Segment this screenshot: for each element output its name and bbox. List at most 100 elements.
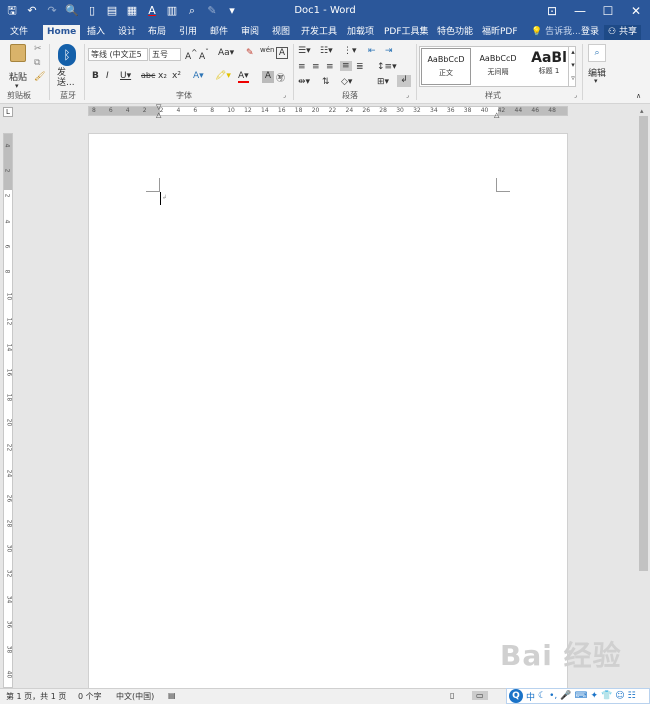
font-size-dropdown[interactable]: 五号 <box>149 48 181 61</box>
style-normal[interactable]: AaBbCcD 正文 <box>421 48 471 85</box>
tab-developer[interactable]: 开发工具 <box>297 25 341 40</box>
bullets-icon[interactable]: ☰▾ <box>298 46 311 56</box>
multilevel-list-icon[interactable]: ⋮▾ <box>343 46 357 56</box>
print-preview-icon[interactable]: 🔍 <box>64 3 80 19</box>
numbering-icon[interactable]: ☷▾ <box>320 46 333 56</box>
shrink-font-icon[interactable]: Aˇ <box>199 48 209 62</box>
scroll-thumb[interactable] <box>639 116 648 571</box>
word-count[interactable]: 0 个字 <box>78 691 102 702</box>
decrease-indent-icon[interactable]: ⇤ <box>368 46 376 56</box>
tab-pdf-tools[interactable]: PDF工具集 <box>380 25 433 40</box>
change-case-icon[interactable]: Aa▾ <box>218 48 234 58</box>
tab-view[interactable]: 视图 <box>268 25 294 40</box>
first-line-indent-handle[interactable]: ▽ <box>156 103 161 111</box>
vertical-ruler[interactable]: 4 2 2 4 6 8 10 12 14 16 18 20 22 24 26 28 30 32 34 36 38 40 <box>3 133 13 688</box>
phonetic-guide-icon[interactable]: wén <box>260 46 274 54</box>
tab-foxit-pdf[interactable]: 福昕PDF <box>478 25 522 40</box>
login-link[interactable]: 登录 <box>577 25 603 40</box>
document-page[interactable]: ↲ <box>88 133 568 693</box>
tab-layout[interactable]: 布局 <box>144 25 170 40</box>
cut-icon[interactable]: ✂ <box>34 44 42 54</box>
ime-tools-icon[interactable]: ✦ <box>590 691 598 701</box>
shading-icon[interactable]: ◇▾ <box>341 77 352 87</box>
scroll-up-icon[interactable]: ▴ <box>640 107 644 115</box>
right-indent-handle[interactable]: △ <box>494 111 499 119</box>
ime-skin-icon[interactable]: 👕 <box>601 691 612 701</box>
paste-button[interactable] <box>8 44 28 70</box>
vertical-scrollbar[interactable]: ▴ <box>637 106 650 688</box>
columns-icon[interactable]: ▥ <box>164 3 180 19</box>
font-name-dropdown[interactable]: 等线 (中文正5 <box>88 48 148 61</box>
find-replace-icon[interactable]: ⌕ <box>588 44 606 62</box>
borders-icon[interactable]: ⊞▾ <box>377 77 389 87</box>
ime-keyboard-icon[interactable]: ⌨ <box>574 691 587 701</box>
chinese-layout-icon[interactable]: ⇹▾ <box>298 77 310 87</box>
text-effects-icon[interactable]: A▾ <box>193 71 204 81</box>
layout-icon[interactable]: ▦ <box>124 3 140 19</box>
show-marks-icon[interactable]: ↲ <box>397 75 411 87</box>
line-spacing-icon[interactable]: ↕≡▾ <box>377 62 397 72</box>
style-no-spacing[interactable]: AaBbCcD 无间隔 <box>473 48 523 85</box>
hanging-indent-handle[interactable]: △ <box>156 111 161 119</box>
share-button[interactable]: ⚇ 共享 <box>604 25 641 40</box>
redo-icon[interactable]: ↷ <box>44 3 60 19</box>
tab-file[interactable]: 文件 <box>6 25 32 40</box>
ime-moon-icon[interactable]: ☾ <box>538 691 546 701</box>
increase-indent-icon[interactable]: ⇥ <box>385 46 393 56</box>
align-center-icon[interactable]: ≡ <box>312 62 320 72</box>
bluetooth-icon[interactable]: ᛒ <box>58 44 76 66</box>
font-color-button[interactable]: A▾ <box>238 71 249 83</box>
tab-selector[interactable]: L <box>3 107 13 117</box>
ime-menu-icon[interactable]: ☷ <box>628 691 636 701</box>
align-right-icon[interactable]: ≡ <box>326 62 334 72</box>
ime-punct-icon[interactable]: •, <box>549 691 557 701</box>
ime-mic-icon[interactable]: 🎤 <box>560 691 571 701</box>
page-count[interactable]: 第 1 页，共 1 页 <box>6 691 66 702</box>
style-heading-1[interactable]: AaBl 标题 1 <box>524 48 574 85</box>
styles-scroll[interactable]: ▴ ▾ ▿ <box>568 46 577 87</box>
justify-icon[interactable]: ≡ <box>340 61 352 71</box>
paste-dropdown-icon[interactable]: ▾ <box>15 82 19 90</box>
language[interactable]: 中文(中国) <box>116 691 154 702</box>
tab-special[interactable]: 特色功能 <box>433 25 477 40</box>
tab-review[interactable]: 审阅 <box>237 25 263 40</box>
format-painter-icon[interactable]: 🖌 <box>34 72 45 82</box>
sort-icon[interactable]: ⇅ <box>322 77 330 87</box>
clear-format-icon[interactable]: ✎ <box>246 48 254 58</box>
tab-design[interactable]: 设计 <box>114 25 140 40</box>
print-layout-icon[interactable]: ▭ <box>472 691 488 700</box>
superscript-icon[interactable]: x² <box>172 71 181 81</box>
ime-language[interactable]: 中 <box>526 690 535 703</box>
undo-icon[interactable]: ↶ <box>24 3 40 19</box>
align-left-icon[interactable]: ≡ <box>298 62 306 72</box>
tab-mailings[interactable]: 邮件 <box>206 25 232 40</box>
tab-insert[interactable]: 插入 <box>83 25 109 40</box>
italic-icon[interactable]: I <box>106 71 109 81</box>
tab-references[interactable]: 引用 <box>175 25 201 40</box>
ime-emoji-icon[interactable]: ☺ <box>615 691 624 701</box>
edit-icon[interactable]: ✎ <box>204 3 220 19</box>
font-color-icon[interactable]: A <box>144 3 160 19</box>
macro-record-icon[interactable]: ▤ <box>168 691 176 700</box>
char-border-icon[interactable]: A <box>276 47 288 59</box>
bold-icon[interactable]: B <box>92 71 99 81</box>
close-button[interactable]: ✕ <box>622 0 650 24</box>
save-icon[interactable]: 🖫 <box>4 3 20 19</box>
bluetooth-send-label[interactable]: 发送... <box>57 68 81 88</box>
minimize-button[interactable]: — <box>566 0 594 24</box>
paste-special-icon[interactable]: ▤ <box>104 3 120 19</box>
find-icon[interactable]: ⌕ <box>184 3 200 19</box>
new-doc-icon[interactable]: ▯ <box>84 3 100 19</box>
tab-addins[interactable]: 加载项 <box>343 25 378 40</box>
char-shading-icon[interactable]: A <box>262 71 274 83</box>
editing-dropdown-icon[interactable]: ▾ <box>594 77 598 85</box>
grow-font-icon[interactable]: A^ <box>185 48 197 62</box>
customize-icon[interactable]: ▾ <box>224 3 240 19</box>
distributed-icon[interactable]: ≣ <box>356 62 364 72</box>
paragraph-dialog-launcher-icon[interactable]: ⌟ <box>406 92 409 99</box>
collapse-ribbon-icon[interactable]: ∧ <box>636 92 641 100</box>
styles-dialog-launcher-icon[interactable]: ⌟ <box>574 92 577 99</box>
tab-home[interactable]: Home <box>43 25 81 40</box>
ime-logo-icon[interactable]: Q <box>509 689 523 703</box>
copy-icon[interactable]: ⧉ <box>34 58 40 68</box>
